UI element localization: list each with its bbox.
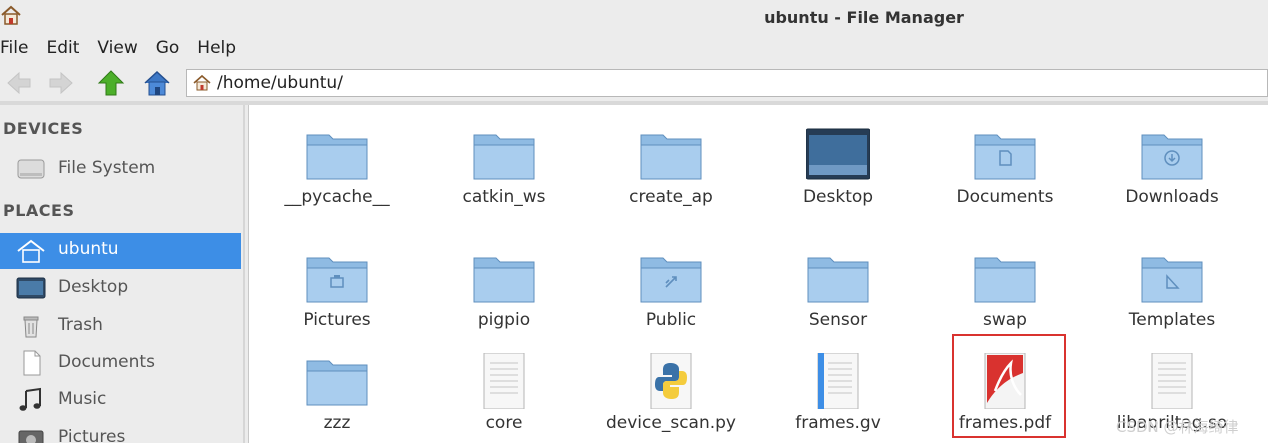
up-arrow-icon[interactable] (96, 68, 126, 98)
file-name: swap (983, 310, 1027, 330)
file-item-sensor[interactable]: Sensor (758, 230, 918, 345)
file-name: zzz (323, 413, 351, 433)
sidebar-item-label: Trash (58, 315, 103, 335)
sidebar-item-desktop[interactable]: Desktop (0, 270, 241, 306)
sidebar-item-label: File System (58, 158, 156, 178)
sidebar-item-documents[interactable]: Documents (0, 345, 241, 381)
menu-help[interactable]: Help (197, 36, 236, 58)
file-name: pigpio (477, 310, 531, 330)
folder-icon (640, 134, 702, 180)
folder-icon (473, 134, 535, 180)
file-name: device_scan.py (606, 413, 736, 433)
file-item-pictures[interactable]: Pictures (257, 230, 417, 345)
file-item-swap[interactable]: swap (925, 230, 1085, 345)
file-name: core (485, 413, 523, 433)
forward-arrow-icon[interactable] (46, 68, 76, 98)
public-folder-icon (640, 257, 702, 303)
file-name: create_ap (629, 187, 713, 207)
menu-view[interactable]: View (97, 36, 137, 58)
file-name: Templates (1128, 310, 1216, 330)
file-item-templates[interactable]: Templates (1092, 230, 1252, 345)
folder-icon (974, 257, 1036, 303)
downloads-folder-icon (1141, 134, 1203, 180)
folder-icon (807, 257, 869, 303)
file-view[interactable]: __pycache__ catkin_ws create_ap Desktop … (248, 105, 1268, 443)
home-icon (17, 239, 45, 263)
sidebar-item-trash[interactable]: Trash (0, 308, 241, 344)
file-item-create-ap[interactable]: create_ap (591, 107, 751, 222)
sidebar-item-label: Desktop (58, 277, 129, 297)
menu-bar: File Edit View Go Help (0, 36, 254, 60)
file-item-pigpio[interactable]: pigpio (424, 230, 584, 345)
file-name: Downloads (1125, 187, 1219, 207)
pictures-folder-icon (306, 257, 368, 303)
file-name: Desktop (802, 187, 874, 207)
text-file-icon (483, 353, 525, 409)
back-arrow-icon[interactable] (4, 68, 34, 98)
file-name: Public (645, 310, 697, 330)
sidebar-item-label: Music (58, 389, 107, 409)
file-item-frames-gv[interactable]: frames.gv (758, 333, 918, 443)
file-name: Pictures (303, 310, 371, 330)
documents-folder-icon (974, 134, 1036, 180)
pictures-icon (18, 430, 44, 443)
desktop-folder-icon (806, 128, 870, 180)
templates-folder-icon (1141, 257, 1203, 303)
window-title: ubuntu - File Manager (764, 8, 964, 27)
file-name: Documents (956, 187, 1054, 207)
file-name: Sensor (808, 310, 868, 330)
drive-icon (17, 159, 45, 179)
sidebar-item-label: Pictures (58, 427, 126, 443)
menu-file[interactable]: File (0, 36, 28, 58)
file-name: __pycache__ (284, 187, 390, 207)
sidebar-item-pictures[interactable]: Pictures (0, 420, 241, 443)
folder-icon (306, 360, 368, 406)
file-item-downloads[interactable]: Downloads (1092, 107, 1252, 222)
sidebar-item-ubuntu[interactable]: ubuntu (0, 233, 241, 269)
devices-header: DEVICES (3, 119, 84, 138)
sidebar: DEVICES File System PLACES ubuntu Deskto… (0, 105, 245, 443)
text-file-icon (1151, 353, 1193, 409)
trash-icon (23, 316, 39, 338)
title-bar: ubuntu - File Manager (0, 0, 1268, 36)
desktop-icon (16, 277, 46, 299)
folder-icon (473, 257, 535, 303)
sidebar-item-label: ubuntu (58, 239, 119, 259)
watermark: CSDN @林海绮律 (1116, 418, 1239, 436)
python-file-icon (650, 353, 692, 409)
location-bar[interactable]: /home/ubuntu/ (186, 69, 1268, 97)
file-item-core[interactable]: core (424, 333, 584, 443)
location-path[interactable]: /home/ubuntu/ (217, 73, 343, 93)
sidebar-item-label: Documents (58, 352, 155, 372)
music-icon (19, 387, 41, 411)
sidebar-item-file-system[interactable]: File System (0, 151, 241, 187)
file-item-device-scan-py[interactable]: device_scan.py (591, 333, 751, 443)
file-name: catkin_ws (462, 187, 546, 207)
file-item-catkin-ws[interactable]: catkin_ws (424, 107, 584, 222)
menu-go[interactable]: Go (156, 36, 180, 58)
file-item-zzz[interactable]: zzz (257, 333, 417, 443)
text-file-icon (817, 353, 859, 409)
menu-edit[interactable]: Edit (46, 36, 79, 58)
file-item-documents[interactable]: Documents (925, 107, 1085, 222)
places-header: PLACES (3, 201, 75, 220)
highlight-box (952, 334, 1066, 438)
home-icon[interactable] (142, 68, 172, 98)
document-icon (23, 350, 41, 376)
file-name: frames.gv (795, 413, 881, 433)
file-item-public[interactable]: Public (591, 230, 751, 345)
folder-icon (306, 134, 368, 180)
home-icon (193, 74, 211, 91)
sidebar-item-music[interactable]: Music (0, 382, 241, 418)
file-item-pycache[interactable]: __pycache__ (257, 107, 417, 222)
file-item-desktop[interactable]: Desktop (758, 107, 918, 222)
